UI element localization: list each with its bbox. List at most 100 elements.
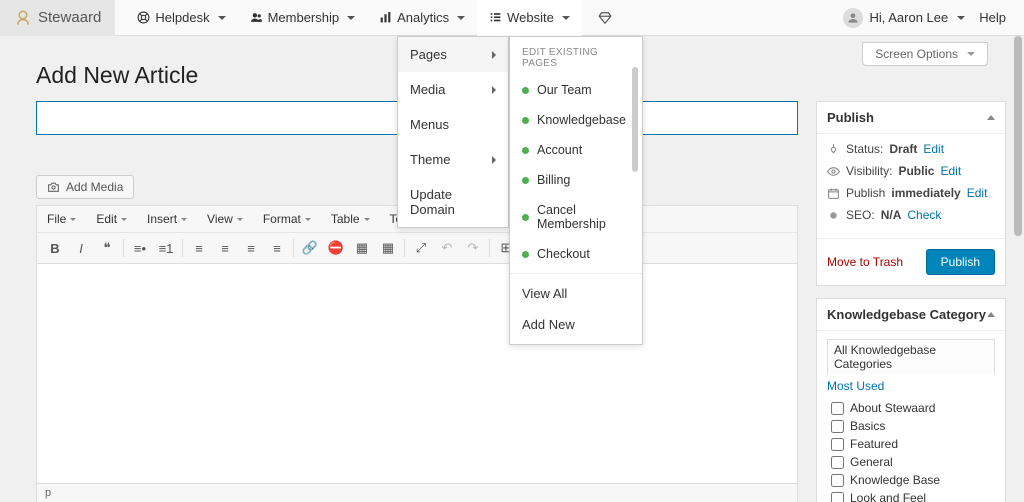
edit-schedule-link[interactable]: Edit	[967, 186, 988, 200]
image-button[interactable]: ▦	[350, 237, 374, 259]
menu-insert[interactable]: Insert	[137, 206, 197, 232]
collapse-icon[interactable]	[987, 115, 995, 120]
status-dot-icon	[522, 177, 529, 184]
diamond-icon	[598, 11, 612, 25]
quote-button[interactable]: ❝	[95, 237, 119, 259]
life-ring-icon	[137, 11, 150, 24]
menu-file[interactable]: File	[37, 206, 86, 232]
category-checkbox[interactable]	[831, 492, 844, 502]
divider	[510, 273, 642, 274]
undo-button[interactable]: ↶	[435, 237, 459, 259]
category-item[interactable]: About Stewaard	[827, 399, 995, 417]
caret-down-icon	[364, 218, 370, 221]
page-scrollbar[interactable]	[1014, 36, 1022, 236]
menu-format[interactable]: Format	[253, 206, 321, 232]
flyout-view-all[interactable]: View All	[510, 278, 642, 309]
status-dot-icon	[522, 87, 529, 94]
category-item[interactable]: Featured	[827, 435, 995, 453]
bold-button[interactable]: B	[43, 237, 67, 259]
caret-down-icon	[70, 218, 76, 221]
pin-icon	[827, 143, 840, 156]
dropdown-theme[interactable]: Theme	[398, 142, 508, 177]
caret-down-icon	[237, 218, 243, 221]
nav-premium[interactable]	[586, 0, 624, 36]
nav-helpdesk[interactable]: Helpdesk	[125, 0, 237, 36]
page-item[interactable]: Account	[510, 135, 642, 165]
eye-icon	[827, 165, 840, 178]
caret-down-icon	[305, 218, 311, 221]
menu-view[interactable]: View	[197, 206, 253, 232]
move-to-trash-link[interactable]: Move to Trash	[827, 255, 903, 269]
category-checkbox[interactable]	[831, 474, 844, 487]
align-center-button[interactable]: ≡	[213, 237, 237, 259]
category-item[interactable]: Basics	[827, 417, 995, 435]
edit-status-link[interactable]: Edit	[923, 142, 944, 156]
editor-toolbar: B I ❝ ≡• ≡1 ≡ ≡ ≡ ≡ 🔗 ⛔ ▦ ▦	[36, 232, 798, 264]
logo-icon	[14, 9, 32, 27]
status-dot-icon	[522, 214, 529, 221]
help-link[interactable]: Help	[979, 10, 1006, 25]
menu-edit[interactable]: Edit	[86, 206, 137, 232]
italic-button[interactable]: I	[69, 237, 93, 259]
caret-down-icon	[121, 218, 127, 221]
menu-table[interactable]: Table	[321, 206, 380, 232]
category-checkbox[interactable]	[831, 438, 844, 451]
category-checkbox[interactable]	[831, 402, 844, 415]
media-icon	[47, 181, 60, 194]
align-justify-button[interactable]: ≡	[265, 237, 289, 259]
sidebar-column: Publish Status: Draft Edit Visibility: P…	[816, 101, 1006, 502]
align-right-button[interactable]: ≡	[239, 237, 263, 259]
nav-membership[interactable]: Membership	[238, 0, 368, 36]
page-item[interactable]: Billing	[510, 165, 642, 195]
dropdown-update-domain[interactable]: Update Domain	[398, 177, 508, 227]
unlink-button[interactable]: ⛔	[324, 237, 348, 259]
ol-button[interactable]: ≡1	[154, 237, 178, 259]
chart-icon	[379, 11, 392, 24]
dropdown-menus[interactable]: Menus	[398, 107, 508, 142]
page-item[interactable]: Checkout	[510, 239, 642, 269]
dropdown-pages[interactable]: Pages	[398, 37, 508, 72]
category-item[interactable]: General	[827, 453, 995, 471]
flyout-add-new[interactable]: Add New	[510, 309, 642, 340]
collapse-icon[interactable]	[987, 312, 995, 317]
top-nav: Stewaard Helpdesk Membership Analytics W…	[0, 0, 1024, 36]
nav-website[interactable]: Website	[477, 0, 582, 36]
screen-options-button[interactable]: Screen Options	[862, 42, 988, 66]
align-left-button[interactable]: ≡	[187, 237, 211, 259]
user-menu[interactable]: Hi, Aaron Lee	[843, 8, 965, 28]
page-item[interactable]: Knowledgebase	[510, 105, 642, 135]
table-button[interactable]: ▦	[376, 237, 400, 259]
category-title: Knowledgebase Category	[827, 307, 986, 322]
editor-textarea[interactable]	[36, 264, 798, 484]
fullscreen-button[interactable]: ⤢	[409, 237, 433, 259]
dropdown-media[interactable]: Media	[398, 72, 508, 107]
category-checkbox[interactable]	[831, 420, 844, 433]
page-item[interactable]: Our Team	[510, 75, 642, 105]
flyout-scrollbar[interactable]	[632, 67, 638, 172]
category-checkbox[interactable]	[831, 456, 844, 469]
category-item[interactable]: Look and Feel	[827, 489, 995, 502]
seo-check-link[interactable]: Check	[907, 208, 941, 222]
tab-most-used[interactable]: Most Used	[827, 379, 884, 393]
visibility-row: Visibility: Public Edit	[827, 164, 995, 178]
nav-analytics[interactable]: Analytics	[367, 0, 477, 36]
add-media-button[interactable]: Add Media	[36, 175, 134, 199]
category-list[interactable]: About Stewaard Basics Featured General K…	[827, 399, 995, 502]
caret-down-icon	[181, 218, 187, 221]
editor: File Edit Insert View Format Table Tools…	[36, 205, 798, 502]
category-item[interactable]: Knowledge Base	[827, 471, 995, 489]
flyout-header: EDIT EXISTING PAGES	[510, 37, 642, 75]
ul-button[interactable]: ≡•	[128, 237, 152, 259]
link-button[interactable]: 🔗	[298, 237, 322, 259]
seo-dot-icon	[827, 209, 840, 222]
edit-visibility-link[interactable]: Edit	[940, 164, 961, 178]
tab-all-categories[interactable]: All Knowledgebase Categories	[827, 339, 995, 375]
chevron-right-icon	[492, 86, 496, 94]
brand-logo[interactable]: Stewaard	[0, 0, 115, 36]
avatar	[843, 8, 863, 28]
publish-button[interactable]: Publish	[926, 249, 995, 275]
flyout-scroll[interactable]: Our Team Knowledgebase Account Billing C…	[510, 75, 642, 269]
page-item[interactable]: Cancel Membership	[510, 195, 642, 239]
redo-button[interactable]: ↷	[461, 237, 485, 259]
calendar-icon	[827, 187, 840, 200]
